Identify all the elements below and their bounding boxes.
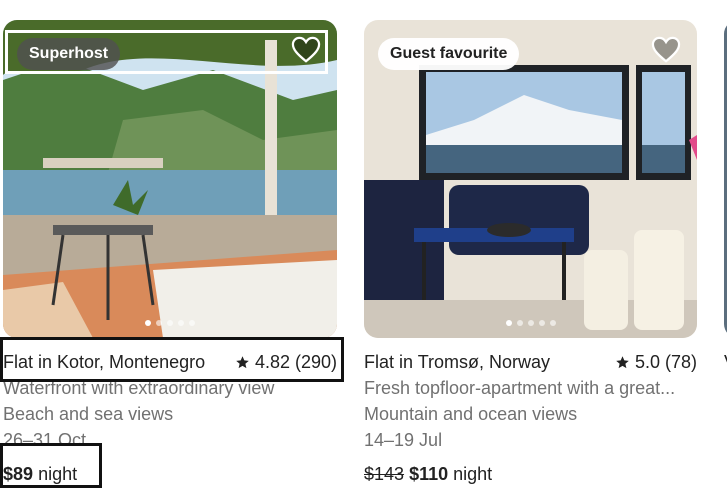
listing-card-tromso[interactable]: Guest favourite Flat in Tromsø, Norway 5… [364, 20, 697, 485]
original-price: $143 [364, 464, 405, 484]
listing-photo-kotor[interactable]: Superhost [3, 20, 337, 338]
carousel-dot[interactable] [167, 320, 173, 326]
price-unit: night [453, 464, 493, 484]
carousel-dot[interactable] [549, 320, 556, 326]
listing-dates: 14–19 Jul [364, 430, 443, 450]
listing-title: Flat in Kotor, Montenegro [3, 351, 206, 372]
heart-outline-icon[interactable] [291, 36, 321, 64]
price-amount: $110 [409, 464, 449, 484]
listing-description: Waterfront with extraordinary view [3, 378, 275, 398]
listing-title: Flat in Tromsø, Norway [364, 351, 551, 372]
carousel-dot[interactable] [505, 320, 512, 326]
photo-carousel-dots[interactable] [505, 320, 556, 326]
listing-dates: 26–31 Oct [3, 430, 87, 450]
rating-value: 5.0 (78) [634, 351, 697, 372]
price-unit: night [38, 464, 78, 484]
carousel-dot[interactable] [178, 320, 184, 326]
guest-favourite-badge: Guest favourite [378, 38, 520, 70]
carousel-dot[interactable] [189, 320, 195, 326]
star-icon [616, 355, 629, 368]
listing-description: Fresh topfloor-apartment with a great... [364, 378, 676, 398]
listing-card-kotor[interactable]: Superhost Flat in Kotor, Montenegro 4.82… [3, 20, 337, 485]
listing-title-row: Flat in Kotor, Montenegro 4.82 (290) [3, 350, 337, 374]
carousel-dot[interactable] [527, 320, 534, 326]
rating-value: 4.82 (290) [254, 351, 337, 372]
photo-carousel-dots[interactable] [145, 320, 195, 326]
listing-title-row: Flat in Tromsø, Norway 5.0 (78) [364, 350, 697, 374]
listing-views: Beach and sea views [3, 404, 174, 424]
listing-price: $143 $110 night [364, 464, 697, 485]
carousel-dot[interactable] [156, 320, 162, 326]
price-amount: $89 [3, 464, 34, 484]
listing-views: Mountain and ocean views [364, 404, 578, 424]
listing-price: $89 night [3, 464, 337, 485]
listing-rating: 4.82 (290) [235, 352, 337, 373]
star-icon [236, 355, 249, 368]
heart-outline-icon[interactable] [651, 36, 681, 64]
superhost-badge: Superhost [17, 38, 121, 70]
carousel-dot[interactable] [538, 320, 545, 326]
carousel-dot[interactable] [145, 320, 151, 326]
listing-photo-tromso[interactable]: Guest favourite [364, 20, 697, 338]
listing-rating: 5.0 (78) [615, 352, 697, 373]
carousel-dot[interactable] [516, 320, 523, 326]
